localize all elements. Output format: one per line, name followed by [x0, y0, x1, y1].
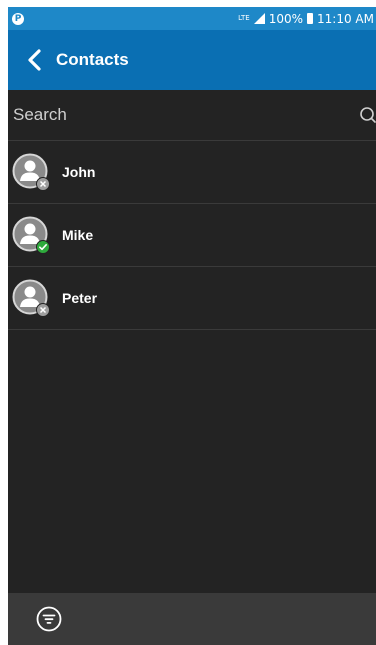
- lte-icon: LTE: [238, 14, 250, 22]
- chevron-left-icon: [28, 49, 41, 71]
- contact-row[interactable]: John: [8, 141, 376, 204]
- offline-status-icon: [36, 303, 50, 317]
- contact-name: Peter: [62, 290, 98, 306]
- battery-percent: 100%: [268, 11, 304, 26]
- status-right: LTE 100% 11:10 AM: [238, 12, 376, 26]
- avatar: [12, 216, 50, 254]
- contact-name: John: [62, 164, 96, 180]
- app-notification-icon: P: [12, 12, 24, 25]
- app-bar: Contacts: [8, 30, 376, 90]
- status-bar: P LTE 100% 11:10 AM: [8, 7, 376, 30]
- bottom-toolbar: [8, 593, 376, 645]
- avatar: [12, 153, 50, 191]
- page-title: Contacts: [56, 50, 129, 69]
- contact-row[interactable]: Peter: [8, 267, 376, 330]
- clock: 11:10 AM: [317, 11, 374, 26]
- signal-icon: [253, 13, 265, 24]
- search-bar: [8, 90, 376, 141]
- status-left: P: [8, 12, 24, 25]
- avatar: [12, 279, 50, 317]
- offline-status-icon: [36, 177, 50, 191]
- contact-row[interactable]: Mike: [8, 204, 376, 267]
- online-status-icon: [36, 240, 50, 254]
- contact-name: Mike: [62, 227, 94, 243]
- search-icon[interactable]: [358, 106, 376, 124]
- back-button[interactable]: [14, 30, 54, 90]
- filter-icon[interactable]: [36, 606, 62, 632]
- battery-icon: [307, 13, 314, 24]
- app-screen: P LTE 100% 11:10 AM Contacts Search John…: [8, 7, 376, 645]
- search-input[interactable]: [8, 104, 315, 126]
